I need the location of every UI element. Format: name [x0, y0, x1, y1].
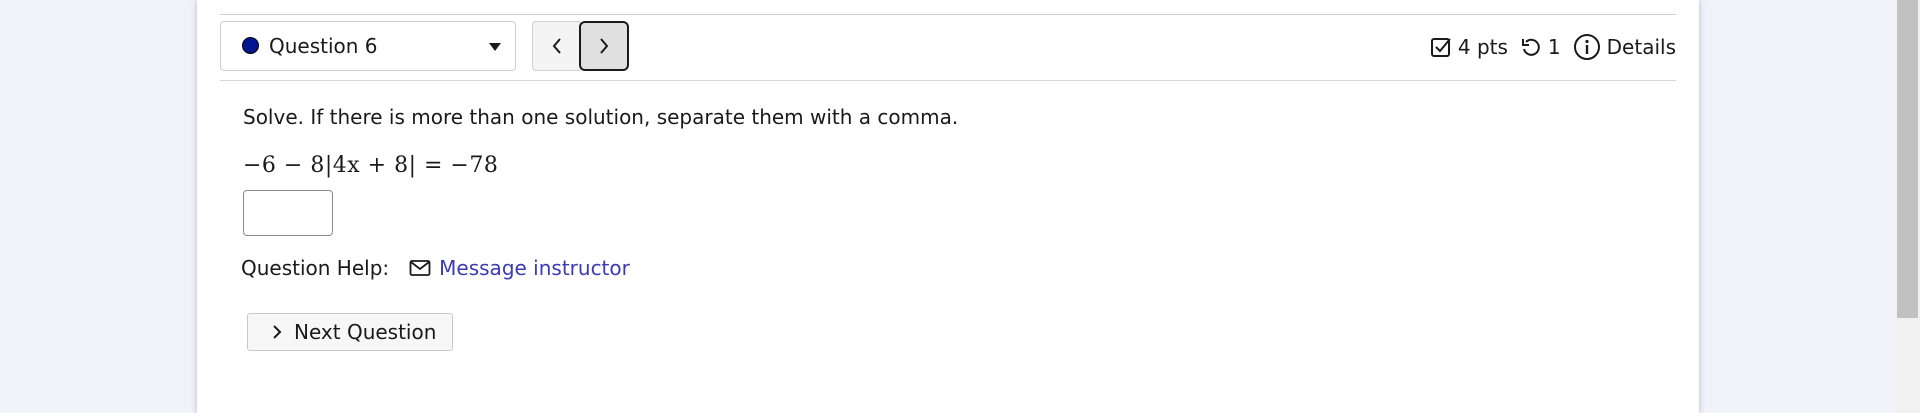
divider [220, 14, 1676, 15]
attempts-indicator: 1 [1520, 35, 1561, 59]
next-question-label: Next Question [294, 320, 437, 344]
chevron-left-icon [552, 38, 561, 54]
details-label: Details [1606, 35, 1676, 59]
points-indicator: 4 pts [1430, 35, 1508, 59]
retry-icon [1521, 38, 1540, 56]
attempts-text: 1 [1547, 35, 1561, 59]
details-button[interactable]: Details [1573, 33, 1676, 61]
caret-down-icon [489, 43, 501, 51]
previous-question-button[interactable] [532, 21, 582, 71]
question-body: Solve. If there is more than one solutio… [241, 104, 1676, 280]
answer-input[interactable] [243, 190, 333, 236]
question-help-label: Question Help: [241, 256, 390, 280]
chevron-right-icon [600, 38, 609, 54]
question-meta: 4 pts 1 Details [1418, 33, 1676, 61]
message-instructor-link[interactable]: Message instructor [409, 256, 630, 280]
question-select-label: Question 6 [269, 34, 378, 58]
chevron-right-icon [273, 325, 282, 339]
question-prompt: Solve. If there is more than one solutio… [243, 105, 959, 129]
question-select[interactable]: Question 6 [220, 21, 516, 71]
next-question-button[interactable]: Next Question [247, 313, 453, 351]
vertical-scrollbar[interactable] [1895, 0, 1920, 413]
next-question-arrow-button[interactable] [579, 21, 629, 71]
info-icon [1573, 34, 1600, 60]
envelope-icon [409, 260, 431, 276]
question-header: Question 6 4 pts 1 Details [220, 21, 1676, 81]
question-status-dot [242, 37, 259, 54]
question-page: Question 6 4 pts 1 Details Solve. If the… [197, 0, 1699, 413]
points-text: 4 pts [1457, 35, 1508, 59]
message-instructor-label: Message instructor [439, 256, 630, 280]
checkbox-checked-icon [1430, 38, 1451, 57]
equation: −6 − 8|4x + 8| = −78 [243, 153, 499, 178]
question-help: Question Help: Message instructor [241, 256, 1676, 280]
scrollbar-thumb[interactable] [1897, 0, 1918, 318]
